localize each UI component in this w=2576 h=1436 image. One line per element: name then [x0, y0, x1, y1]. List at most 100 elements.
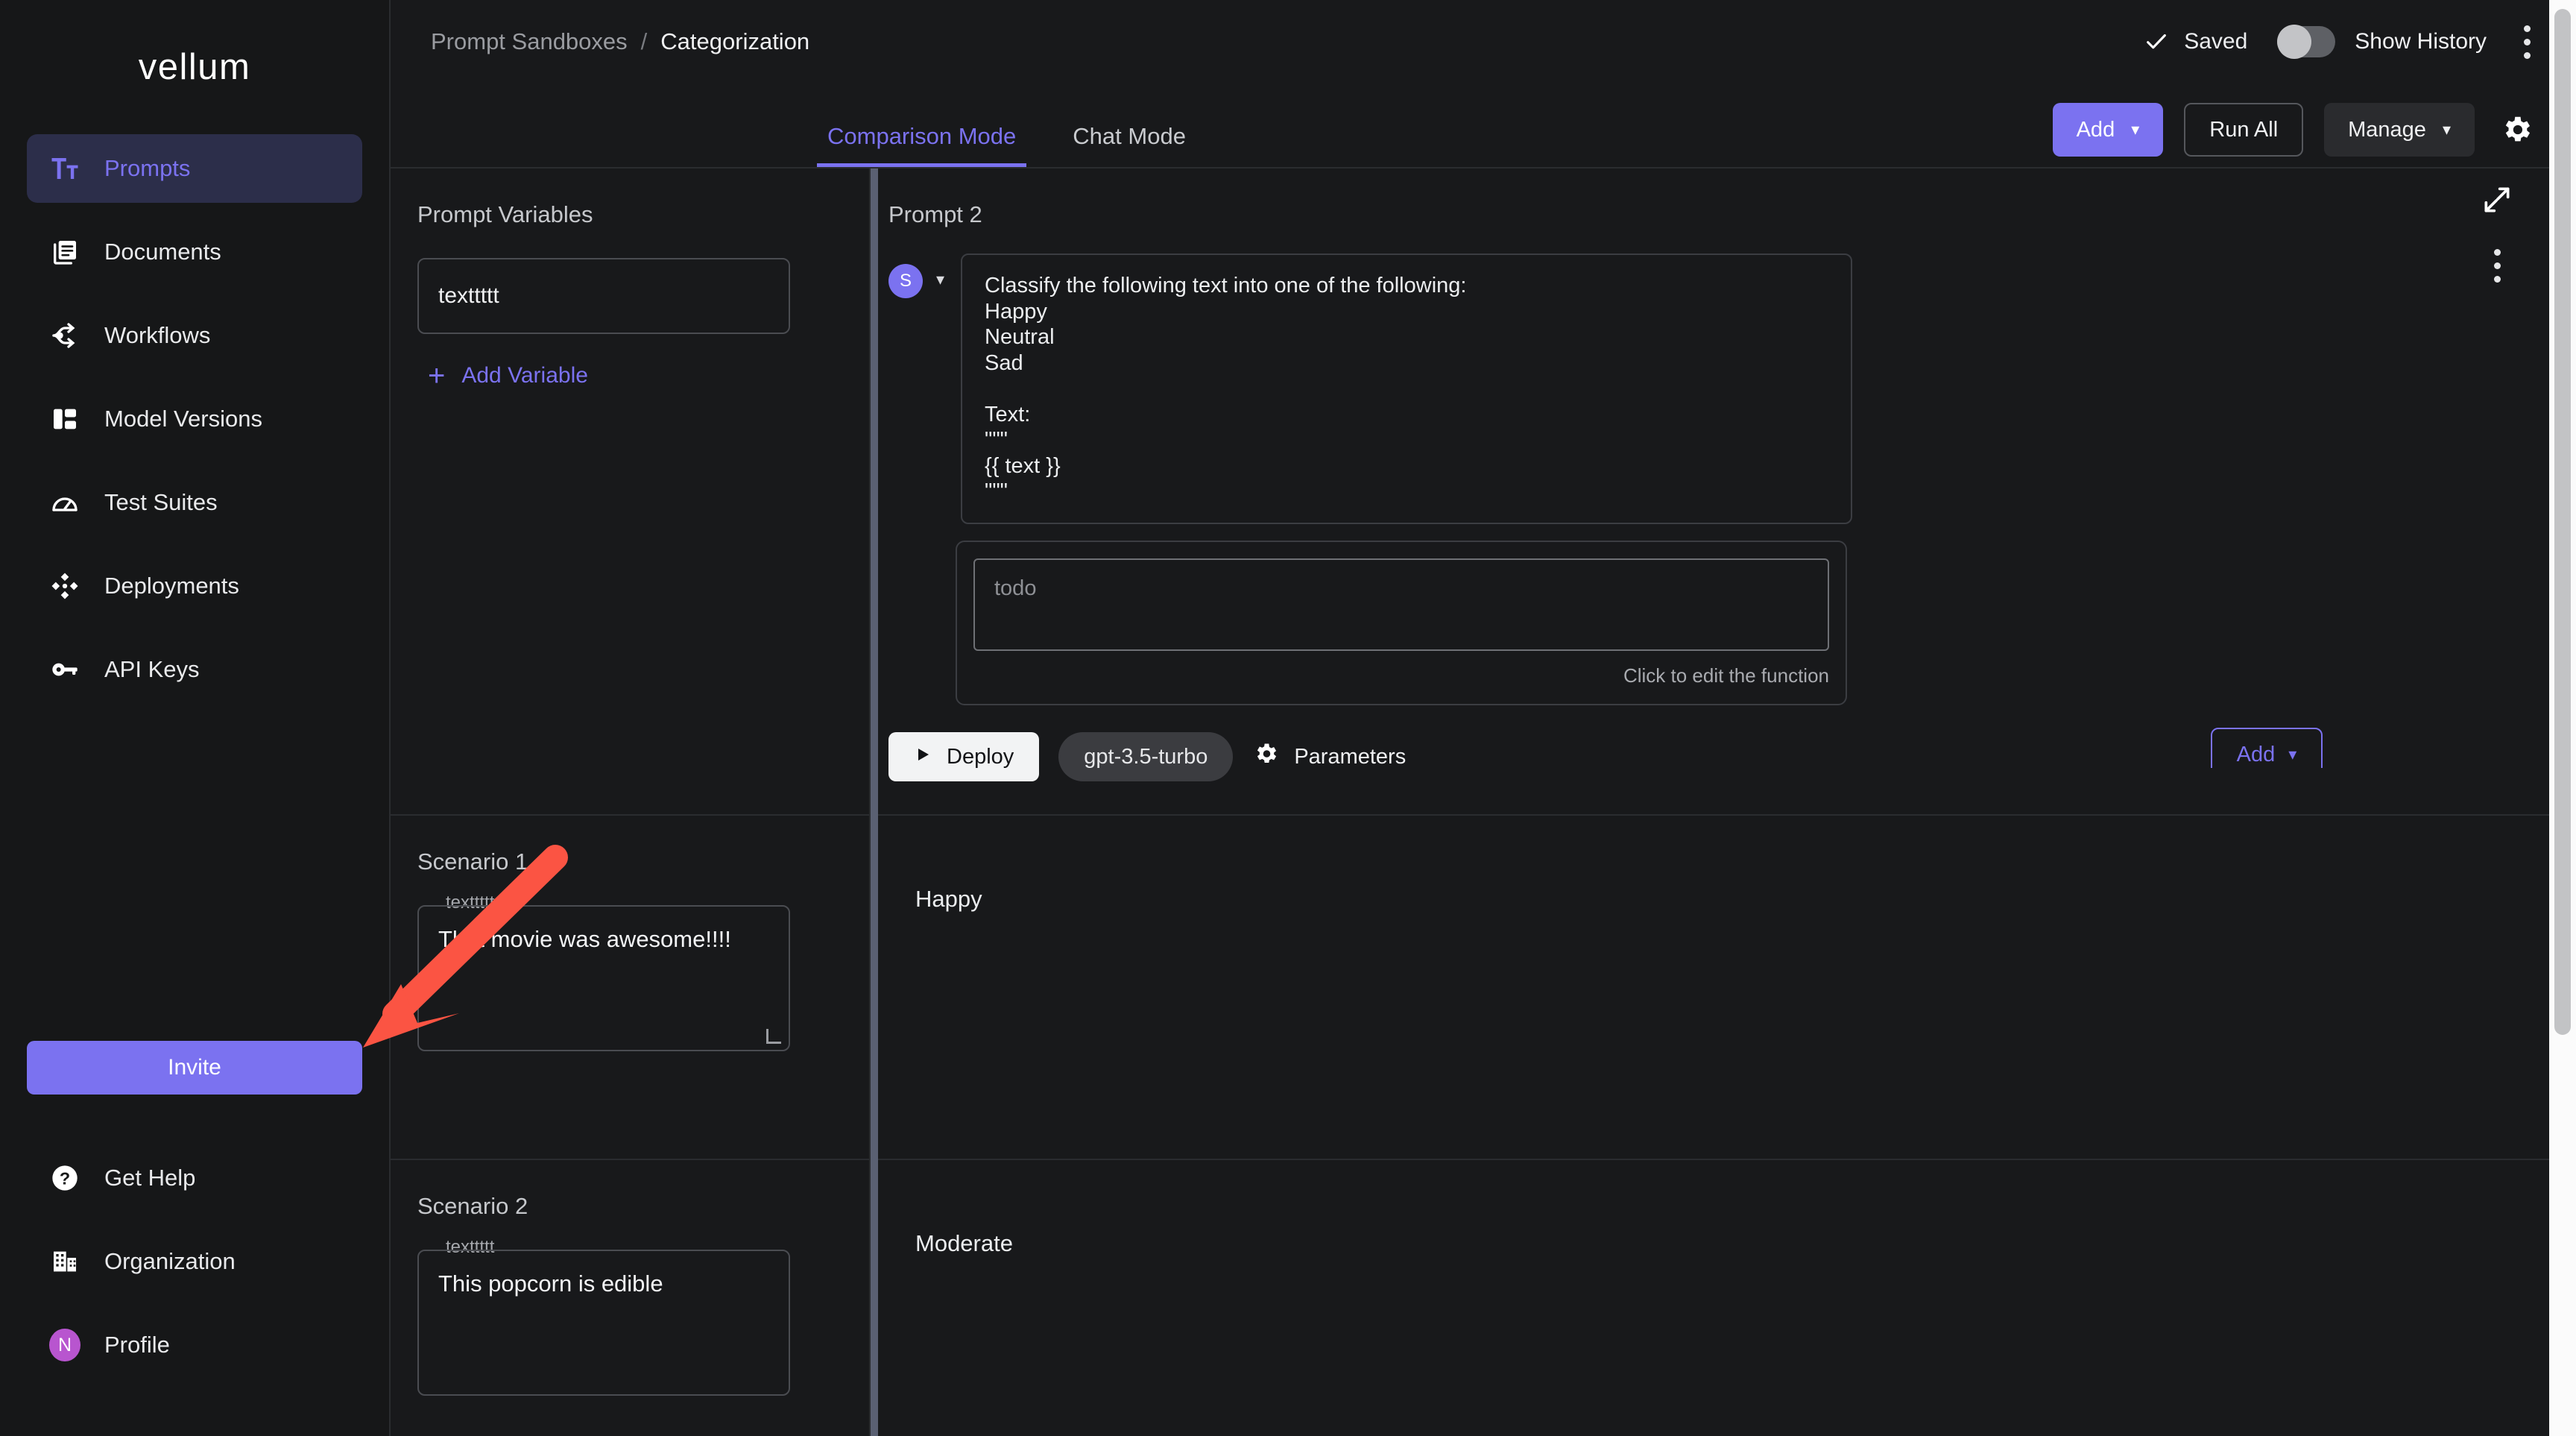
sidebar-item-organization[interactable]: Organization: [27, 1227, 362, 1296]
kebab-menu-icon[interactable]: [2516, 19, 2537, 65]
sidebar-item-deployments[interactable]: Deployments: [27, 552, 362, 620]
scenario-2-output-panel: Moderate: [878, 1160, 2576, 1436]
panel-title: Prompt Variables: [417, 201, 593, 227]
sidebar-item-label: Profile: [104, 1332, 170, 1358]
text-format-icon: [49, 153, 80, 184]
sidebar-item-label: Organization: [104, 1248, 236, 1274]
expand-arrows-icon[interactable]: [2481, 183, 2513, 216]
sidebar-item-get-help[interactable]: ? Get Help: [27, 1144, 362, 1212]
sidebar-item-documents[interactable]: Documents: [27, 218, 362, 286]
sidebar-item-label: Workflows: [104, 322, 211, 348]
tab-chat-mode[interactable]: Chat Mode: [1062, 123, 1196, 167]
model-selector[interactable]: gpt-3.5-turbo: [1058, 732, 1234, 781]
parameters-button[interactable]: Parameters: [1252, 740, 1406, 773]
topbar-right: Saved Show History: [2144, 19, 2537, 65]
scenario-2-value: This popcorn is edible: [438, 1270, 663, 1297]
add-variable-label: Add Variable: [461, 363, 588, 388]
function-block: todo Click to edit the function: [956, 540, 1847, 705]
prompt-add-label: Add: [2236, 742, 2276, 766]
scenario-1-field-wrap: texttttt That movie was awesome!!!!: [417, 892, 790, 1051]
avatar-icon: N: [49, 1329, 80, 1361]
scenario-2-value-input[interactable]: This popcorn is edible: [417, 1250, 790, 1396]
toolbar-actions: Add ▾ Run All Manage ▾: [2052, 103, 2537, 167]
sidebar-item-api-keys[interactable]: API Keys: [27, 635, 362, 704]
scenario-2-field-wrap: texttttt This popcorn is edible: [417, 1237, 790, 1396]
breadcrumb-root[interactable]: Prompt Sandboxes: [431, 28, 628, 55]
prompt-add-button-clipped: Add ▾: [2211, 728, 2323, 768]
play-icon: [914, 745, 932, 769]
avatar-initial: N: [49, 1329, 80, 1361]
scenario-title: Scenario 1: [417, 848, 528, 875]
sidebar-item-label: Model Versions: [104, 406, 262, 432]
status-badge: Saved: [2144, 29, 2247, 54]
sidebar-item-workflows[interactable]: Workflows: [27, 301, 362, 370]
workflows-icon: [49, 320, 80, 351]
building-icon: [49, 1246, 80, 1277]
add-variable-button[interactable]: + Add Variable: [428, 361, 588, 391]
brand-logo[interactable]: vellum: [0, 0, 389, 134]
chevron-down-icon: ▾: [2442, 120, 2451, 139]
manage-button[interactable]: Manage ▾: [2324, 103, 2475, 157]
saved-label: Saved: [2184, 29, 2248, 54]
variable-name-input[interactable]: texttttt: [417, 258, 790, 334]
prompt-message-row: S ▾ Classify the following text into one…: [878, 253, 2576, 524]
documents-icon: [49, 236, 80, 268]
svg-text:?: ?: [60, 1168, 70, 1188]
scrollbar-thumb[interactable]: [2554, 9, 2571, 1035]
sidebar-item-label: API Keys: [104, 656, 200, 682]
prompt-body-textarea[interactable]: Classify the following text into one of …: [961, 253, 1853, 524]
kebab-menu-icon[interactable]: [2487, 243, 2507, 289]
add-button-label: Add: [2076, 117, 2115, 142]
scenario-title: Scenario 2: [417, 1193, 528, 1219]
scenario-1-value-input[interactable]: That movie was awesome!!!!: [417, 905, 790, 1051]
mode-tabs: Comparison Mode Chat Mode: [817, 123, 1196, 167]
chevron-down-icon: ▾: [2288, 745, 2297, 763]
chevron-down-icon[interactable]: ▾: [936, 270, 944, 289]
function-input[interactable]: todo: [973, 558, 1829, 651]
sidebar-item-model-versions[interactable]: Model Versions: [27, 385, 362, 453]
role-chip[interactable]: S: [888, 264, 923, 298]
prompt-variables-panel: Prompt Variables texttttt + Add Variable: [391, 169, 869, 816]
main-content: Prompt Sandboxes / Categorization Saved …: [391, 0, 2576, 1436]
sidebar-item-label: Deployments: [104, 573, 239, 599]
page-scrollbar[interactable]: [2549, 0, 2576, 1436]
sidebar-item-profile[interactable]: N Profile: [27, 1311, 362, 1379]
prompt-panel: Prompt 2 S ▾ Classify the following text…: [878, 169, 2576, 816]
column-resize-handle[interactable]: [871, 169, 878, 1436]
prompt-panel-icons: [2481, 183, 2513, 289]
sidebar-item-test-suites[interactable]: Test Suites: [27, 468, 362, 537]
gear-icon[interactable]: [2496, 109, 2537, 151]
breadcrumb: Prompt Sandboxes / Categorization: [431, 28, 809, 55]
invite-container: Invite: [0, 1041, 389, 1095]
deployments-icon: [49, 570, 80, 602]
show-history-control: Show History: [2277, 25, 2487, 59]
check-icon: [2144, 29, 2169, 54]
chevron-down-icon: ▾: [2131, 120, 2140, 139]
deploy-button[interactable]: Deploy: [888, 732, 1040, 781]
run-all-button[interactable]: Run All: [2184, 103, 2304, 157]
sidebar-item-label: Get Help: [104, 1165, 196, 1191]
scenario-1-value: That movie was awesome!!!!: [438, 926, 731, 952]
sidebar: vellum Prompts Documents Workflows Model…: [0, 0, 391, 1436]
secondary-navigation: ? Get Help Organization N Profile: [0, 1144, 389, 1436]
scenario-1-output: Happy: [915, 886, 982, 912]
breadcrumb-current[interactable]: Categorization: [660, 28, 809, 55]
scenario-1-output-panel: Happy: [878, 816, 2576, 1160]
plus-icon: +: [428, 359, 446, 392]
invite-button[interactable]: Invite: [27, 1041, 362, 1095]
show-history-toggle[interactable]: [2277, 25, 2336, 59]
model-versions-icon: [49, 403, 80, 435]
tab-comparison-mode[interactable]: Comparison Mode: [817, 123, 1027, 167]
toggle-knob: [2277, 25, 2312, 59]
comparison-grid: Prompt Variables texttttt + Add Variable…: [391, 167, 2576, 1436]
app-window: vellum Prompts Documents Workflows Model…: [0, 0, 2576, 1436]
prompt-add-button[interactable]: Add ▾: [2211, 728, 2323, 768]
left-column: Prompt Variables texttttt + Add Variable…: [391, 169, 871, 1436]
scenario-2-panel: Scenario 2 texttttt This popcorn is edib…: [391, 1160, 869, 1436]
show-history-label: Show History: [2355, 29, 2487, 54]
sidebar-item-prompts[interactable]: Prompts: [27, 134, 362, 203]
resize-grip-icon[interactable]: [766, 1029, 781, 1044]
topbar: Prompt Sandboxes / Categorization Saved …: [391, 0, 2576, 84]
add-button[interactable]: Add ▾: [2052, 103, 2164, 157]
function-hint: Click to edit the function: [1623, 664, 1829, 687]
